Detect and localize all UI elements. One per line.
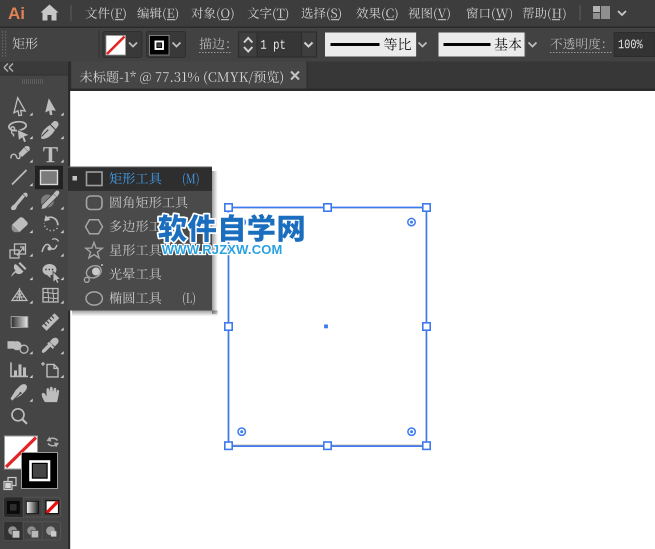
svg-text:Ai: Ai — [8, 4, 25, 23]
svg-text:WWW.RJZXW.COM: WWW.RJZXW.COM — [162, 242, 283, 257]
